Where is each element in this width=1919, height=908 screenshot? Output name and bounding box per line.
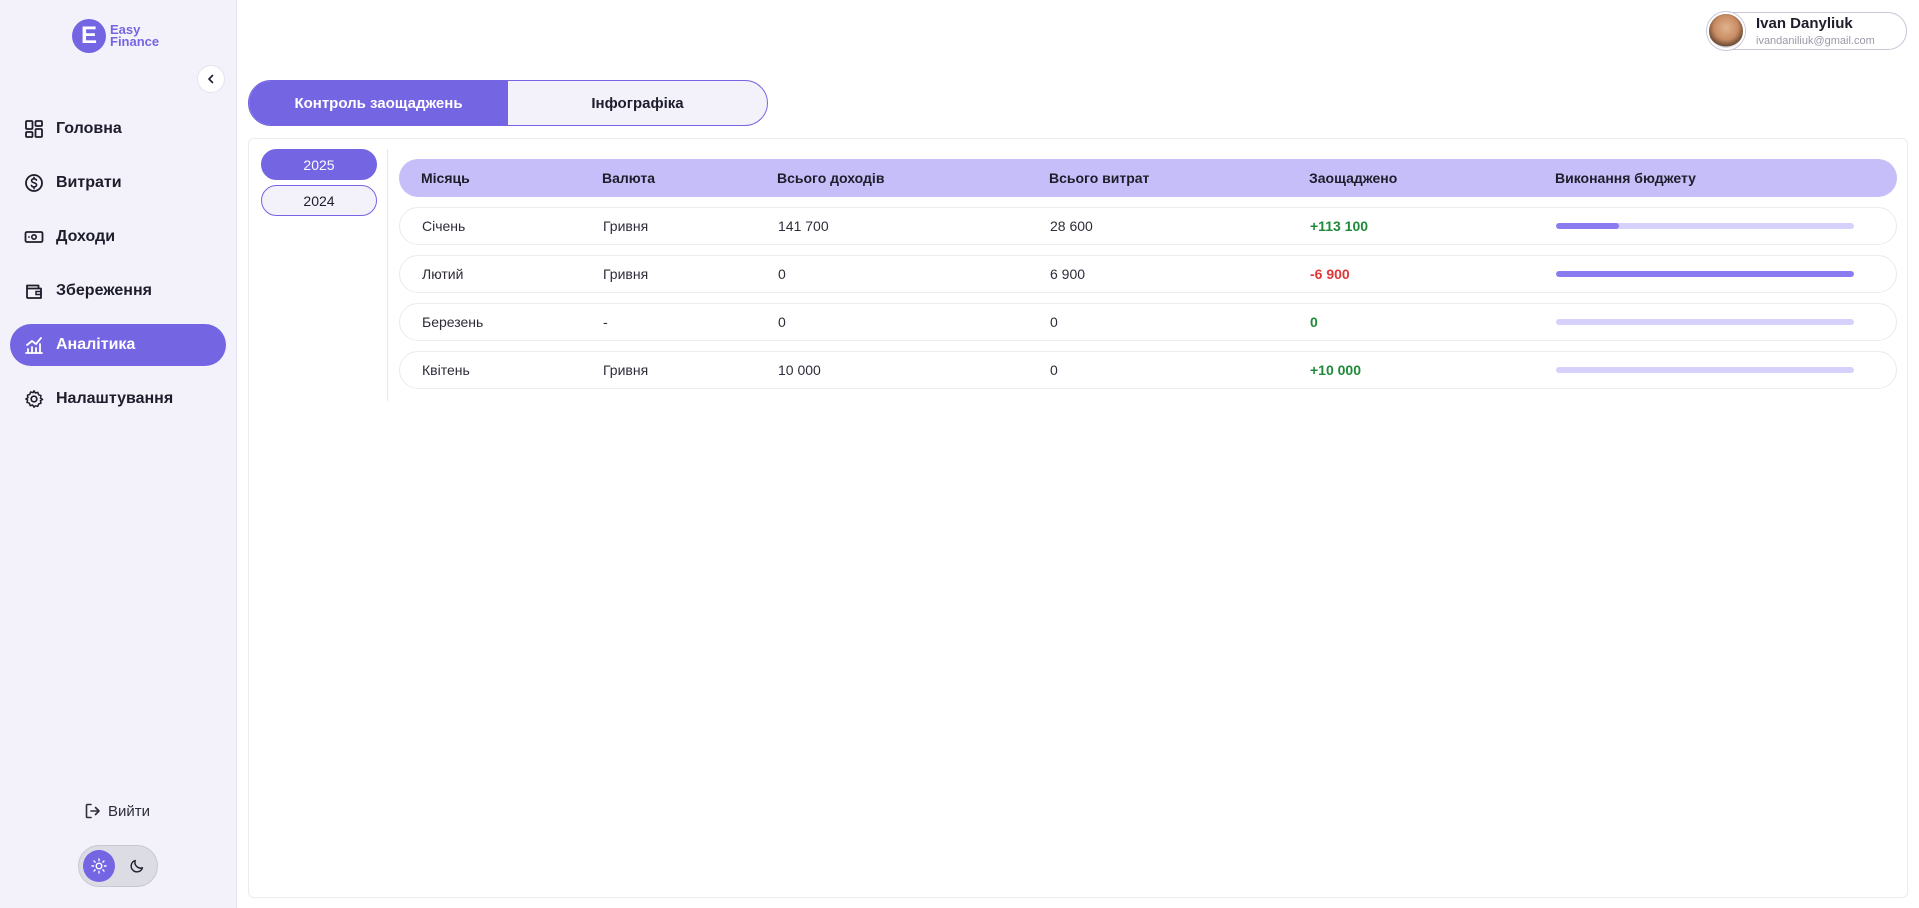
cell-saved: +113 100 <box>1310 218 1369 234</box>
view-tabs: Контроль заощаджень Інфографіка <box>248 80 768 126</box>
sidebar-item-label: Доходи <box>56 228 116 245</box>
sidebar-item-expenses[interactable]: Витрати <box>10 162 226 204</box>
sidebar-item-income[interactable]: Доходи <box>10 216 226 258</box>
user-email: ivandaniliuk@gmail.com <box>1756 35 1875 47</box>
cell-currency: - <box>603 314 608 330</box>
budget-progress-fill <box>1556 271 1854 277</box>
cell-income: 10 000 <box>778 362 821 378</box>
logo-text: Easy Finance <box>110 23 160 49</box>
chevron-left-icon <box>208 74 214 84</box>
cell-month: Лютий <box>422 266 464 282</box>
cell-budget <box>1556 223 1896 229</box>
collapse-sidebar-button[interactable] <box>197 65 225 93</box>
sidebar-item-analytics[interactable]: Аналітика <box>10 324 226 366</box>
sidebar: E Easy Finance Головна Витрати Доходи Зб… <box>0 0 237 908</box>
moon-icon <box>130 859 144 873</box>
sidebar-item-label: Аналітика <box>56 336 136 353</box>
budget-progress-bar <box>1556 319 1854 325</box>
logo-line-2: Finance <box>110 34 160 49</box>
sidebar-item-label: Витрати <box>56 174 122 191</box>
savings-card: 2025 2024 Місяць Валюта Всього доходів В… <box>248 138 1908 898</box>
sun-icon <box>91 858 107 874</box>
cell-month: Січень <box>422 218 466 234</box>
dollar-circle-icon <box>25 174 43 192</box>
cell-saved: -6 900 <box>1310 266 1350 282</box>
header-total-income: Всього доходів <box>777 170 885 186</box>
cell-currency: Гривня <box>603 266 649 282</box>
logo-mark: E <box>72 19 106 53</box>
cash-icon <box>24 231 44 243</box>
budget-progress-bar <box>1556 271 1854 277</box>
theme-toggle[interactable] <box>78 845 158 887</box>
table-row[interactable]: Квітень Гривня 10 000 0 +10 000 <box>399 351 1897 389</box>
user-name: Ivan Danyliuk <box>1756 15 1853 32</box>
cell-income: 141 700 <box>778 218 829 234</box>
header-month: Місяць <box>421 170 470 186</box>
budget-progress-bar <box>1556 223 1854 229</box>
cell-expenses: 28 600 <box>1050 218 1093 234</box>
savings-table: Місяць Валюта Всього доходів Всього витр… <box>399 159 1897 389</box>
cell-currency: Гривня <box>603 218 649 234</box>
cell-month: Березень <box>422 314 484 330</box>
logout-label: Вийти <box>108 802 151 820</box>
cell-income: 0 <box>778 266 786 282</box>
year-button-2025[interactable]: 2025 <box>261 149 377 180</box>
budget-progress-fill <box>1556 223 1619 229</box>
table-row[interactable]: Січень Гривня 141 700 28 600 +113 100 <box>399 207 1897 245</box>
sidebar-item-label: Головна <box>56 120 122 137</box>
sidebar-item-label: Збереження <box>56 282 152 299</box>
table-row[interactable]: Березень - 0 0 0 <box>399 303 1897 341</box>
dashboard-icon <box>25 120 43 138</box>
tab-infographics[interactable]: Інфографіка <box>508 81 767 125</box>
sidebar-item-home[interactable]: Головна <box>10 108 226 150</box>
cell-income: 0 <box>778 314 786 330</box>
divider <box>387 149 388 401</box>
logout-icon <box>85 803 100 819</box>
sidebar-item-settings[interactable]: Налаштування <box>10 378 226 420</box>
cell-month: Квітень <box>422 362 470 378</box>
year-button-2024[interactable]: 2024 <box>261 185 377 216</box>
header-budget-progress: Виконання бюджету <box>1555 170 1696 186</box>
sidebar-nav: Головна Витрати Доходи Збереження Аналіт… <box>10 108 226 432</box>
logout-button[interactable]: Вийти <box>84 802 150 820</box>
cell-expenses: 0 <box>1050 362 1058 378</box>
table-header: Місяць Валюта Всього доходів Всього витр… <box>399 159 1897 197</box>
analytics-icon <box>25 337 43 354</box>
avatar <box>1707 12 1745 50</box>
cell-saved: 0 <box>1310 314 1318 330</box>
app-logo[interactable]: E Easy Finance <box>72 19 159 53</box>
cell-budget <box>1556 367 1896 373</box>
header-saved: Заощаджено <box>1309 170 1398 186</box>
header-currency: Валюта <box>602 170 656 186</box>
budget-progress-bar <box>1556 367 1854 373</box>
sidebar-item-label: Налаштування <box>56 390 174 407</box>
sidebar-item-savings[interactable]: Збереження <box>10 270 226 312</box>
user-profile-chip[interactable]: Ivan Danyliuk ivandaniliuk@gmail.com <box>1707 12 1907 50</box>
dark-theme-button[interactable] <box>121 850 153 882</box>
cell-budget <box>1556 319 1896 325</box>
cell-expenses: 6 900 <box>1050 266 1086 282</box>
cell-saved: +10 000 <box>1310 362 1361 378</box>
gear-icon <box>25 390 44 408</box>
tab-savings-control[interactable]: Контроль заощаджень <box>249 81 508 125</box>
wallet-icon <box>26 284 42 299</box>
year-selector: 2025 2024 <box>261 149 377 221</box>
light-theme-button[interactable] <box>83 850 115 882</box>
cell-budget <box>1556 271 1896 277</box>
table-row[interactable]: Лютий Гривня 0 6 900 -6 900 <box>399 255 1897 293</box>
cell-currency: Гривня <box>603 362 649 378</box>
cell-expenses: 0 <box>1050 314 1058 330</box>
header-total-expenses: Всього витрат <box>1049 170 1150 186</box>
